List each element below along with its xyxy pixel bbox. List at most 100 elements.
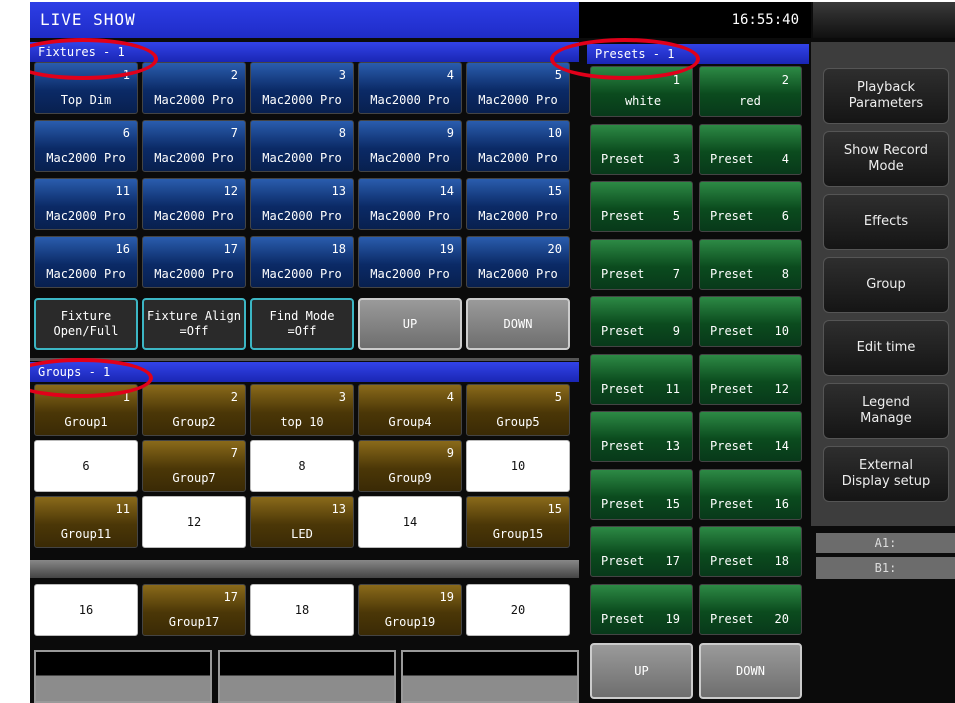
fixture-action-button[interactable]: Fixture Align =Off — [142, 298, 246, 350]
empty-group-slot[interactable]: 8 — [250, 440, 354, 492]
preset-label: Preset — [710, 497, 754, 511]
empty-group-slot[interactable]: 12 — [142, 496, 246, 548]
fixture-button[interactable]: 12 Mac2000 Pro — [142, 178, 246, 230]
sidebar-button-line2: Mode — [868, 159, 904, 174]
bottom-slot-2[interactable] — [218, 650, 396, 703]
group-button[interactable]: Group — [823, 257, 949, 313]
preset-button[interactable]: Preset 6 — [699, 181, 802, 232]
preset-button[interactable]: Preset 11 — [590, 354, 693, 405]
show-record-mode-button[interactable]: Show Record Mode — [823, 131, 949, 187]
preset-button[interactable]: Preset 16 — [699, 469, 802, 520]
preset-button[interactable]: Preset 17 — [590, 526, 693, 577]
preset-button[interactable]: Preset 15 — [590, 469, 693, 520]
fixture-number: 17 — [223, 242, 238, 256]
top-right-tab[interactable] — [813, 2, 955, 38]
preset-button[interactable]: Preset 7 — [590, 239, 693, 290]
preset-number: 20 — [774, 612, 789, 626]
group-button[interactable]: 2 Group2 — [142, 384, 246, 436]
preset-button[interactable]: Preset 10 — [699, 296, 802, 347]
preset-number: 6 — [781, 209, 789, 223]
preset-button[interactable]: Preset 9 — [590, 296, 693, 347]
fixture-button[interactable]: 17 Mac2000 Pro — [142, 236, 246, 288]
preset-button[interactable]: Preset 12 — [699, 354, 802, 405]
fixture-button[interactable]: 15 Mac2000 Pro — [466, 178, 570, 230]
preset-button[interactable]: Preset 20 — [699, 584, 802, 635]
preset-number: 9 — [672, 324, 680, 338]
groups-scrollbar[interactable] — [30, 560, 579, 578]
preset-button[interactable]: 2 red — [699, 66, 802, 117]
sidebar-button-line2: Parameters — [848, 96, 924, 111]
fixture-action-button[interactable]: Fixture Open/Full — [34, 298, 138, 350]
preset-button[interactable]: Preset 19 — [590, 584, 693, 635]
edit-time-button[interactable]: Edit time — [823, 320, 949, 376]
preset-button[interactable]: Preset 14 — [699, 411, 802, 462]
effects-button[interactable]: Effects — [823, 194, 949, 250]
preset-number: 16 — [774, 497, 789, 511]
presets-up-button[interactable]: UP — [590, 643, 693, 699]
fixture-button[interactable]: 11 Mac2000 Pro — [34, 178, 138, 230]
preset-button[interactable]: Preset 13 — [590, 411, 693, 462]
fixture-button[interactable]: 3 Mac2000 Pro — [250, 62, 354, 114]
fixture-action-button[interactable]: Find Mode =Off — [250, 298, 354, 350]
fixture-button[interactable]: 10 Mac2000 Pro — [466, 120, 570, 172]
legend-manage-button[interactable]: Legend Manage — [823, 383, 949, 439]
fixture-button[interactable]: 16 Mac2000 Pro — [34, 236, 138, 288]
preset-number: 2 — [781, 73, 789, 87]
fixture-button[interactable]: 14 Mac2000 Pro — [358, 178, 462, 230]
fixture-number: 2 — [230, 68, 238, 82]
preset-button[interactable]: Preset 5 — [590, 181, 693, 232]
fixture-button[interactable]: 2 Mac2000 Pro — [142, 62, 246, 114]
preset-button[interactable]: Preset 3 — [590, 124, 693, 175]
playback-parameters-button[interactable]: Playback Parameters — [823, 68, 949, 124]
bottom-slot-3[interactable] — [401, 650, 579, 703]
fixture-button[interactable]: 20 Mac2000 Pro — [466, 236, 570, 288]
preset-label: Preset — [601, 152, 645, 166]
group-button[interactable]: 13 LED — [250, 496, 354, 548]
sidebar-button-line1: Playback — [856, 80, 915, 95]
group-button[interactable]: 5 Group5 — [466, 384, 570, 436]
fixtures-up-button[interactable]: UP — [358, 298, 462, 350]
fixture-number: 16 — [115, 242, 130, 256]
empty-group-slot[interactable]: 16 — [34, 584, 138, 636]
group-button[interactable]: 11 Group11 — [34, 496, 138, 548]
fixture-button[interactable]: 5 Mac2000 Pro — [466, 62, 570, 114]
fixture-button[interactable]: 13 Mac2000 Pro — [250, 178, 354, 230]
group-button[interactable]: 3 top 10 — [250, 384, 354, 436]
preset-button[interactable]: Preset 4 — [699, 124, 802, 175]
fixtures-down-button[interactable]: DOWN — [466, 298, 570, 350]
group-number: 9 — [446, 446, 454, 460]
empty-group-slot[interactable]: 18 — [250, 584, 354, 636]
external-display-setup-button[interactable]: External Display setup — [823, 446, 949, 502]
preset-button[interactable]: Preset 8 — [699, 239, 802, 290]
fixture-button[interactable]: 8 Mac2000 Pro — [250, 120, 354, 172]
groups-grid: 1 Group1 2 Group2 3 top 10 4 Group4 5 Group5 6 7 Gro… — [30, 382, 579, 642]
fixture-button[interactable]: 4 Mac2000 Pro — [358, 62, 462, 114]
fixture-button[interactable]: 6 Mac2000 Pro — [34, 120, 138, 172]
group-button[interactable]: 4 Group4 — [358, 384, 462, 436]
fixture-number: 12 — [223, 184, 238, 198]
empty-group-slot[interactable]: 20 — [466, 584, 570, 636]
group-button[interactable]: 15 Group15 — [466, 496, 570, 548]
fixture-number: 3 — [338, 68, 346, 82]
group-number: 2 — [230, 390, 238, 404]
empty-group-slot[interactable]: 6 — [34, 440, 138, 492]
presets-down-button[interactable]: DOWN — [699, 643, 802, 699]
empty-group-slot[interactable]: 14 — [358, 496, 462, 548]
group-label: Group5 — [496, 415, 540, 429]
fixture-button[interactable]: 9 Mac2000 Pro — [358, 120, 462, 172]
preset-label: Preset — [601, 554, 645, 568]
fixture-button[interactable]: 7 Mac2000 Pro — [142, 120, 246, 172]
bottom-slot-1[interactable] — [34, 650, 212, 703]
fixture-label: Mac2000 Pro — [154, 209, 234, 223]
group-button[interactable]: 7 Group7 — [142, 440, 246, 492]
group-button[interactable]: 17 Group17 — [142, 584, 246, 636]
fixture-label: Mac2000 Pro — [262, 151, 342, 165]
group-button[interactable]: 9 Group9 — [358, 440, 462, 492]
empty-group-slot[interactable]: 10 — [466, 440, 570, 492]
fixture-button[interactable]: 18 Mac2000 Pro — [250, 236, 354, 288]
preset-label: Preset — [710, 554, 754, 568]
fixture-button[interactable]: 19 Mac2000 Pro — [358, 236, 462, 288]
preset-button[interactable]: Preset 18 — [699, 526, 802, 577]
group-label: Group2 — [172, 415, 216, 429]
group-button[interactable]: 19 Group19 — [358, 584, 462, 636]
